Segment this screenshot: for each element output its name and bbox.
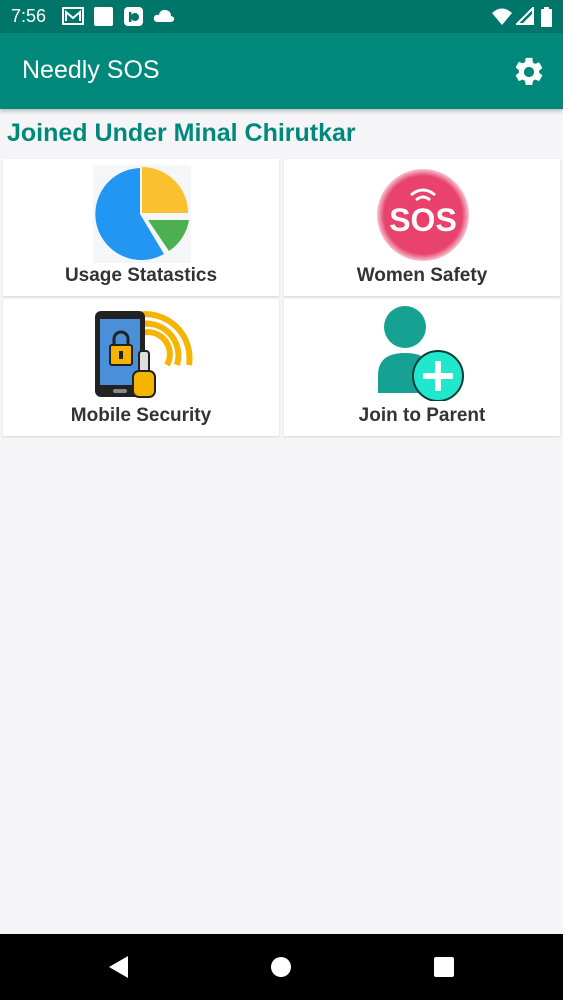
joined-under-title: Joined Under Minal Chirutkar bbox=[7, 119, 356, 147]
battery-icon bbox=[541, 7, 552, 27]
app-title: Needly SOS bbox=[22, 56, 160, 84]
status-time: 7:56 bbox=[11, 6, 47, 26]
mobile-security-label: Mobile Security bbox=[70, 405, 212, 426]
square-app-icon bbox=[94, 7, 113, 26]
tickticket-icon bbox=[124, 7, 143, 26]
join-to-parent-card[interactable]: Join to Parent bbox=[284, 299, 560, 436]
pie-chart-icon bbox=[93, 165, 191, 263]
gmail-icon bbox=[62, 7, 84, 25]
usage-statistics-label: Usage Statastics bbox=[64, 265, 218, 286]
sos-icon: SOS bbox=[377, 169, 469, 261]
mobile-security-card[interactable]: Mobile Security bbox=[3, 299, 279, 436]
gear-icon[interactable] bbox=[512, 55, 546, 89]
cloud-icon bbox=[153, 9, 175, 22]
sos-text: SOS bbox=[389, 202, 457, 238]
phone-lock-icon bbox=[95, 311, 193, 398]
women-safety-label: Women Safety bbox=[356, 265, 488, 286]
usage-statistics-card[interactable]: Usage Statastics bbox=[3, 159, 279, 296]
back-icon[interactable] bbox=[106, 954, 130, 980]
system-nav-bar bbox=[0, 934, 563, 1000]
cellular-signal-icon bbox=[516, 7, 534, 25]
women-safety-card[interactable]: SOS Women Safety bbox=[284, 159, 560, 296]
home-icon[interactable] bbox=[270, 956, 292, 978]
app-bar: Needly SOS bbox=[0, 33, 563, 109]
wifi-icon bbox=[492, 8, 512, 25]
status-bar: 7:56 bbox=[0, 0, 563, 33]
join-to-parent-label: Join to Parent bbox=[358, 405, 486, 426]
add-user-icon bbox=[378, 306, 464, 401]
recents-icon[interactable] bbox=[433, 956, 455, 978]
